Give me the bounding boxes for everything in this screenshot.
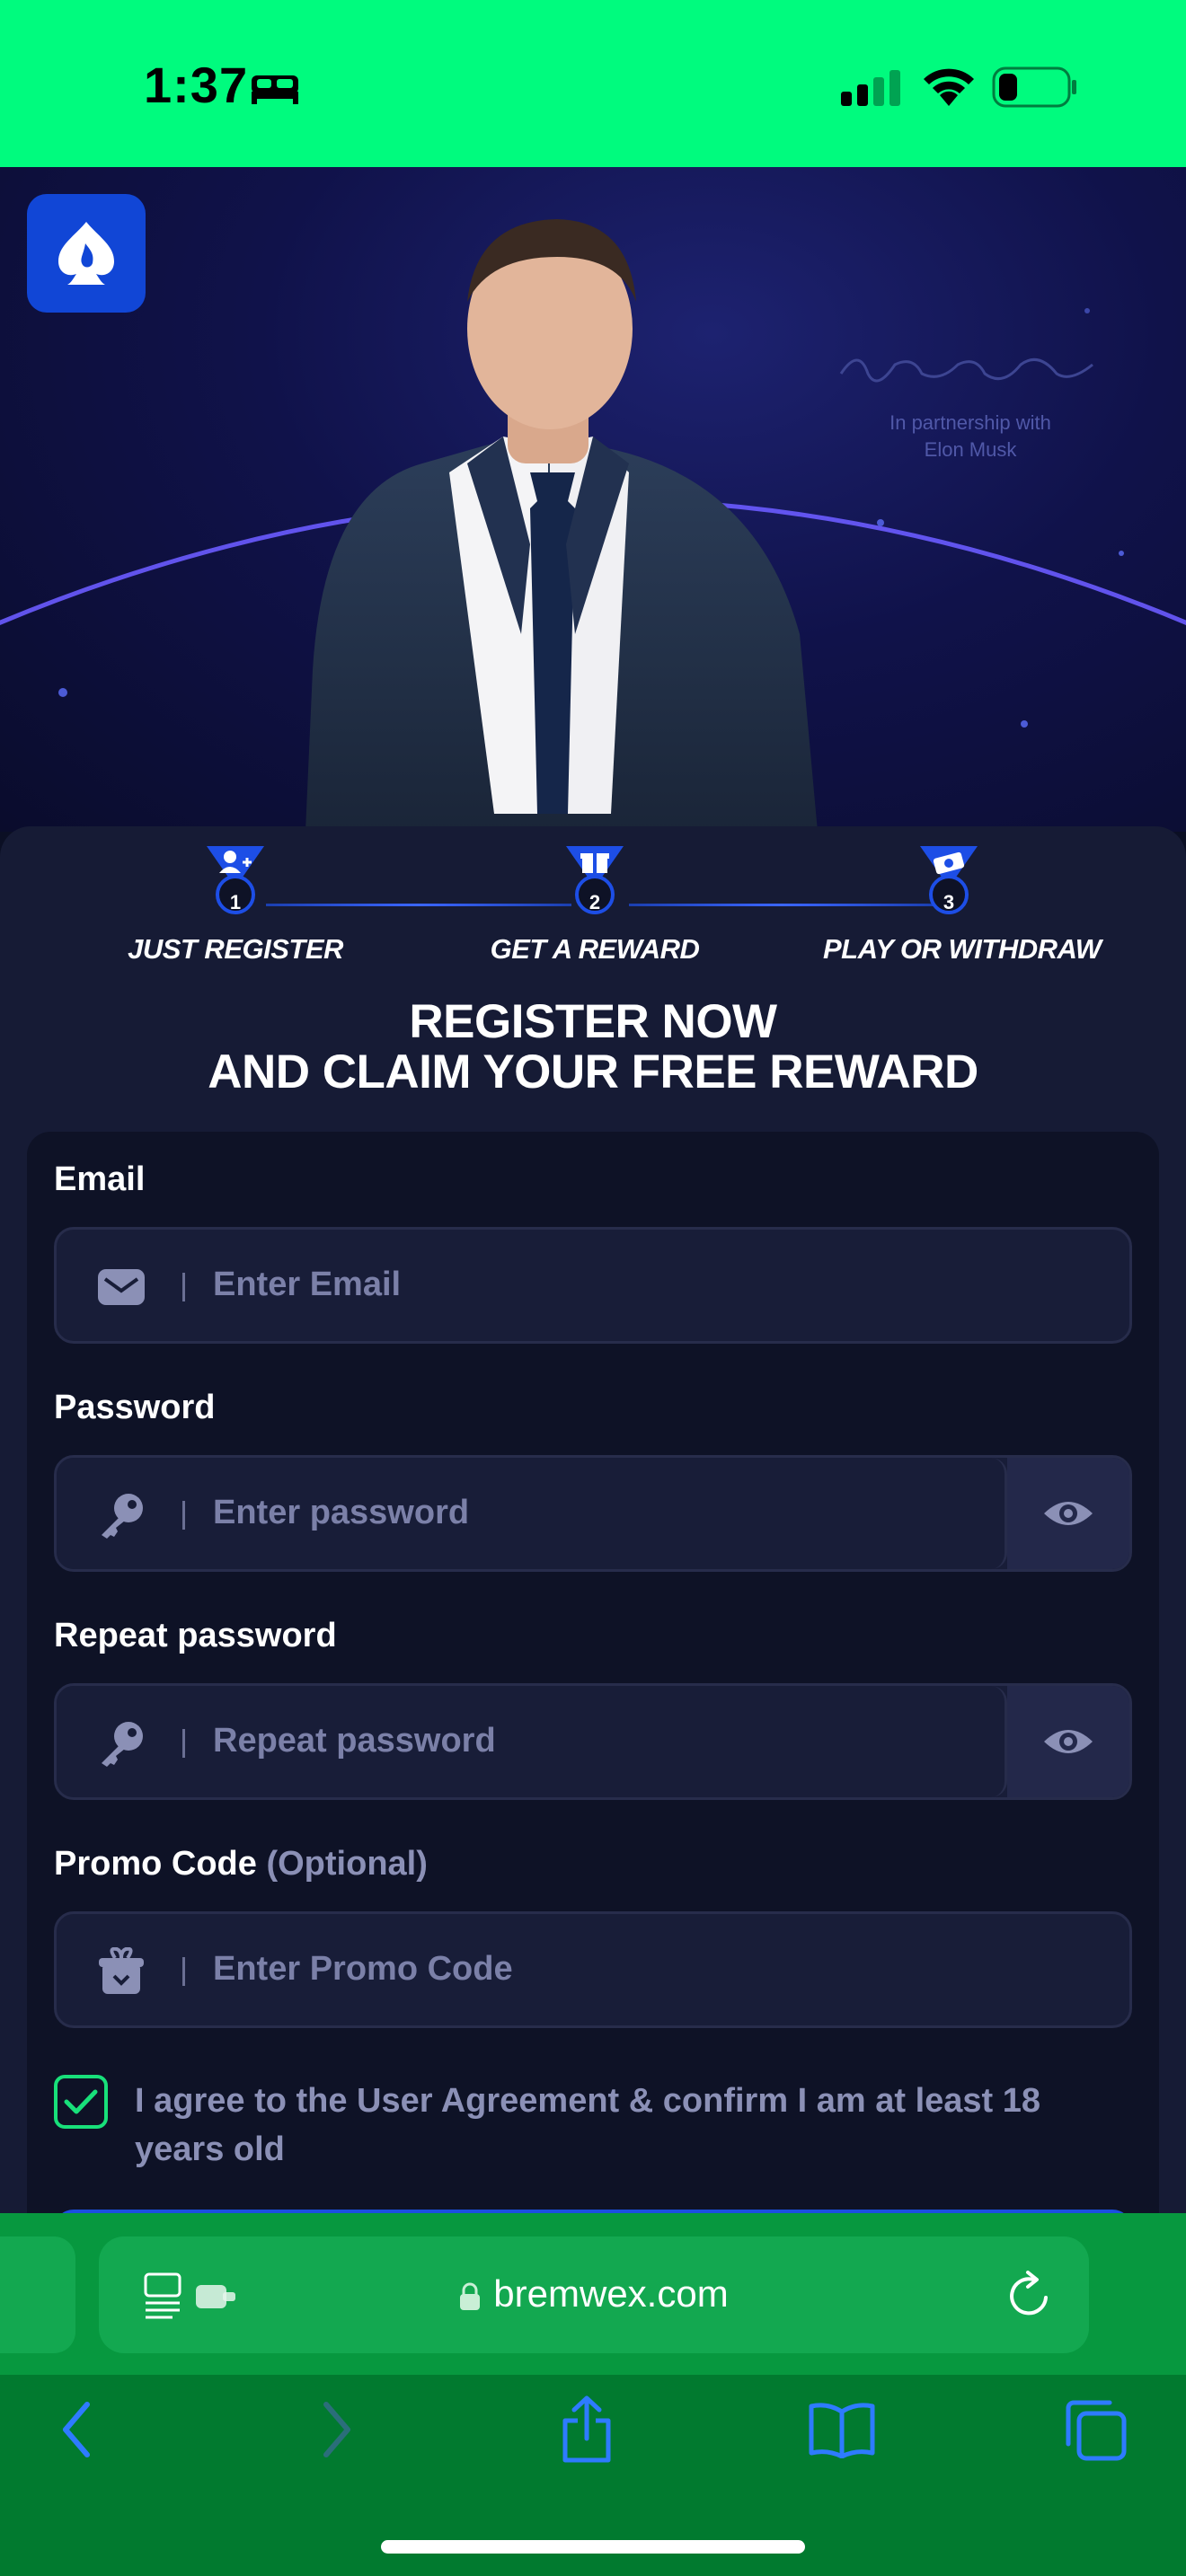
reload-icon[interactable] (1006, 2271, 1053, 2321)
home-indicator (381, 2540, 805, 2554)
bookmarks-button[interactable] (801, 2389, 882, 2470)
password-label: Password (54, 1389, 216, 1426)
repeat-password-label: Repeat password (54, 1617, 337, 1654)
url-display: bremwex.com (99, 2272, 1089, 2316)
step-label: PLAY OR WITHDRAW (823, 933, 1102, 965)
step-1: 1 JUST REGISTER (110, 842, 361, 966)
forward-button[interactable] (296, 2389, 377, 2470)
step-number: 2 (589, 891, 601, 913)
tabs-button[interactable] (1055, 2389, 1136, 2470)
step-number: 1 (229, 891, 242, 913)
promo-optional-text: (Optional) (266, 1845, 428, 1883)
agree-text[interactable]: I agree to the User Agreement & confirm … (135, 2077, 1105, 2174)
browser-address-area: bremwex.com (0, 2213, 1186, 2375)
step-label: JUST REGISTER (128, 933, 343, 965)
email-field[interactable]: Enter Email (54, 1227, 1132, 1344)
partner-line-1: In partnership with (890, 411, 1051, 434)
chevron-left-icon (63, 2402, 90, 2457)
signature-icon (839, 357, 1093, 383)
divider (182, 1501, 185, 1530)
sleep-focus-icon (252, 75, 298, 104)
hero-banner: In partnership with Elon Musk (0, 167, 1186, 832)
step-3: 3 PLAY OR WITHDRAW (823, 842, 1102, 966)
battery-low-icon (992, 66, 1076, 108)
step-number: 3 (943, 891, 955, 913)
share-button[interactable] (546, 2389, 627, 2470)
hero-illustration (0, 219, 1186, 832)
logo-button[interactable] (27, 194, 146, 313)
book-icon (809, 2403, 875, 2458)
toggle-password-visibility[interactable] (1007, 1458, 1129, 1569)
divider (182, 1729, 185, 1758)
promo-label-text: Promo Code (54, 1845, 257, 1883)
tabs-icon (1066, 2400, 1127, 2461)
mail-icon (96, 1262, 146, 1312)
key-icon (96, 1490, 146, 1540)
headline-line-1: REGISTER NOW (409, 995, 777, 1048)
key-icon (96, 1718, 146, 1769)
cellular-signal-icon (841, 70, 900, 106)
agree-checkbox[interactable] (54, 2075, 108, 2129)
lock-icon (460, 2282, 481, 2310)
step-label: GET A REWARD (490, 933, 700, 965)
divider (182, 1957, 185, 1986)
page-title: REGISTER NOW AND CLAIM YOUR FREE REWARD (0, 997, 1186, 1098)
repeat-password-field[interactable]: Repeat password (54, 1683, 1132, 1800)
share-icon (562, 2395, 611, 2463)
partner-line-2: Elon Musk (924, 438, 1017, 461)
password-input-area (57, 1458, 1007, 1569)
checkmark-icon (64, 2089, 98, 2114)
eye-icon (1044, 1730, 1093, 1753)
email-label: Email (54, 1160, 146, 1198)
toggle-repeat-password-visibility[interactable] (1007, 1686, 1129, 1797)
eye-icon (1044, 1502, 1093, 1525)
repeat-password-placeholder: Repeat password (213, 1722, 496, 1760)
chevron-right-icon (323, 2402, 350, 2457)
registration-card: 1 JUST REGISTER 2 GET A REWARD 3 PLAY OR… (0, 826, 1186, 2245)
divider (182, 1273, 185, 1301)
registration-form: Email Enter Email Password Enter passwor… (27, 1132, 1159, 2245)
spade-flame-icon (58, 222, 114, 285)
promo-label: Promo Code (Optional) (54, 1845, 428, 1883)
steps-progress: 1 JUST REGISTER 2 GET A REWARD 3 PLAY OR… (0, 842, 1186, 977)
step-2: 2 GET A REWARD (469, 842, 721, 966)
password-placeholder: Enter password (213, 1494, 470, 1531)
browser-toolbar: bremwex.com (0, 2213, 1186, 2576)
headline-line-2: AND CLAIM YOUR FREE REWARD (208, 1045, 978, 1098)
browser-nav-bar (0, 2389, 1186, 2497)
previous-tab-peek[interactable] (0, 2236, 75, 2353)
email-placeholder: Enter Email (213, 1266, 402, 1303)
promo-code-field[interactable]: Enter Promo Code (54, 1911, 1132, 2028)
partner-text: In partnership with Elon Musk (845, 410, 1096, 463)
repeat-password-input-area (57, 1686, 1007, 1797)
back-button[interactable] (36, 2389, 117, 2470)
wifi-icon (924, 68, 974, 106)
status-time: 1:37 (144, 57, 249, 113)
gift-box-icon (96, 1946, 146, 1997)
address-bar[interactable]: bremwex.com (99, 2236, 1089, 2353)
url-text: bremwex.com (493, 2272, 729, 2315)
password-field[interactable]: Enter password (54, 1455, 1132, 1572)
promo-placeholder: Enter Promo Code (213, 1950, 513, 1988)
status-bar: 1:37 (0, 0, 1186, 167)
